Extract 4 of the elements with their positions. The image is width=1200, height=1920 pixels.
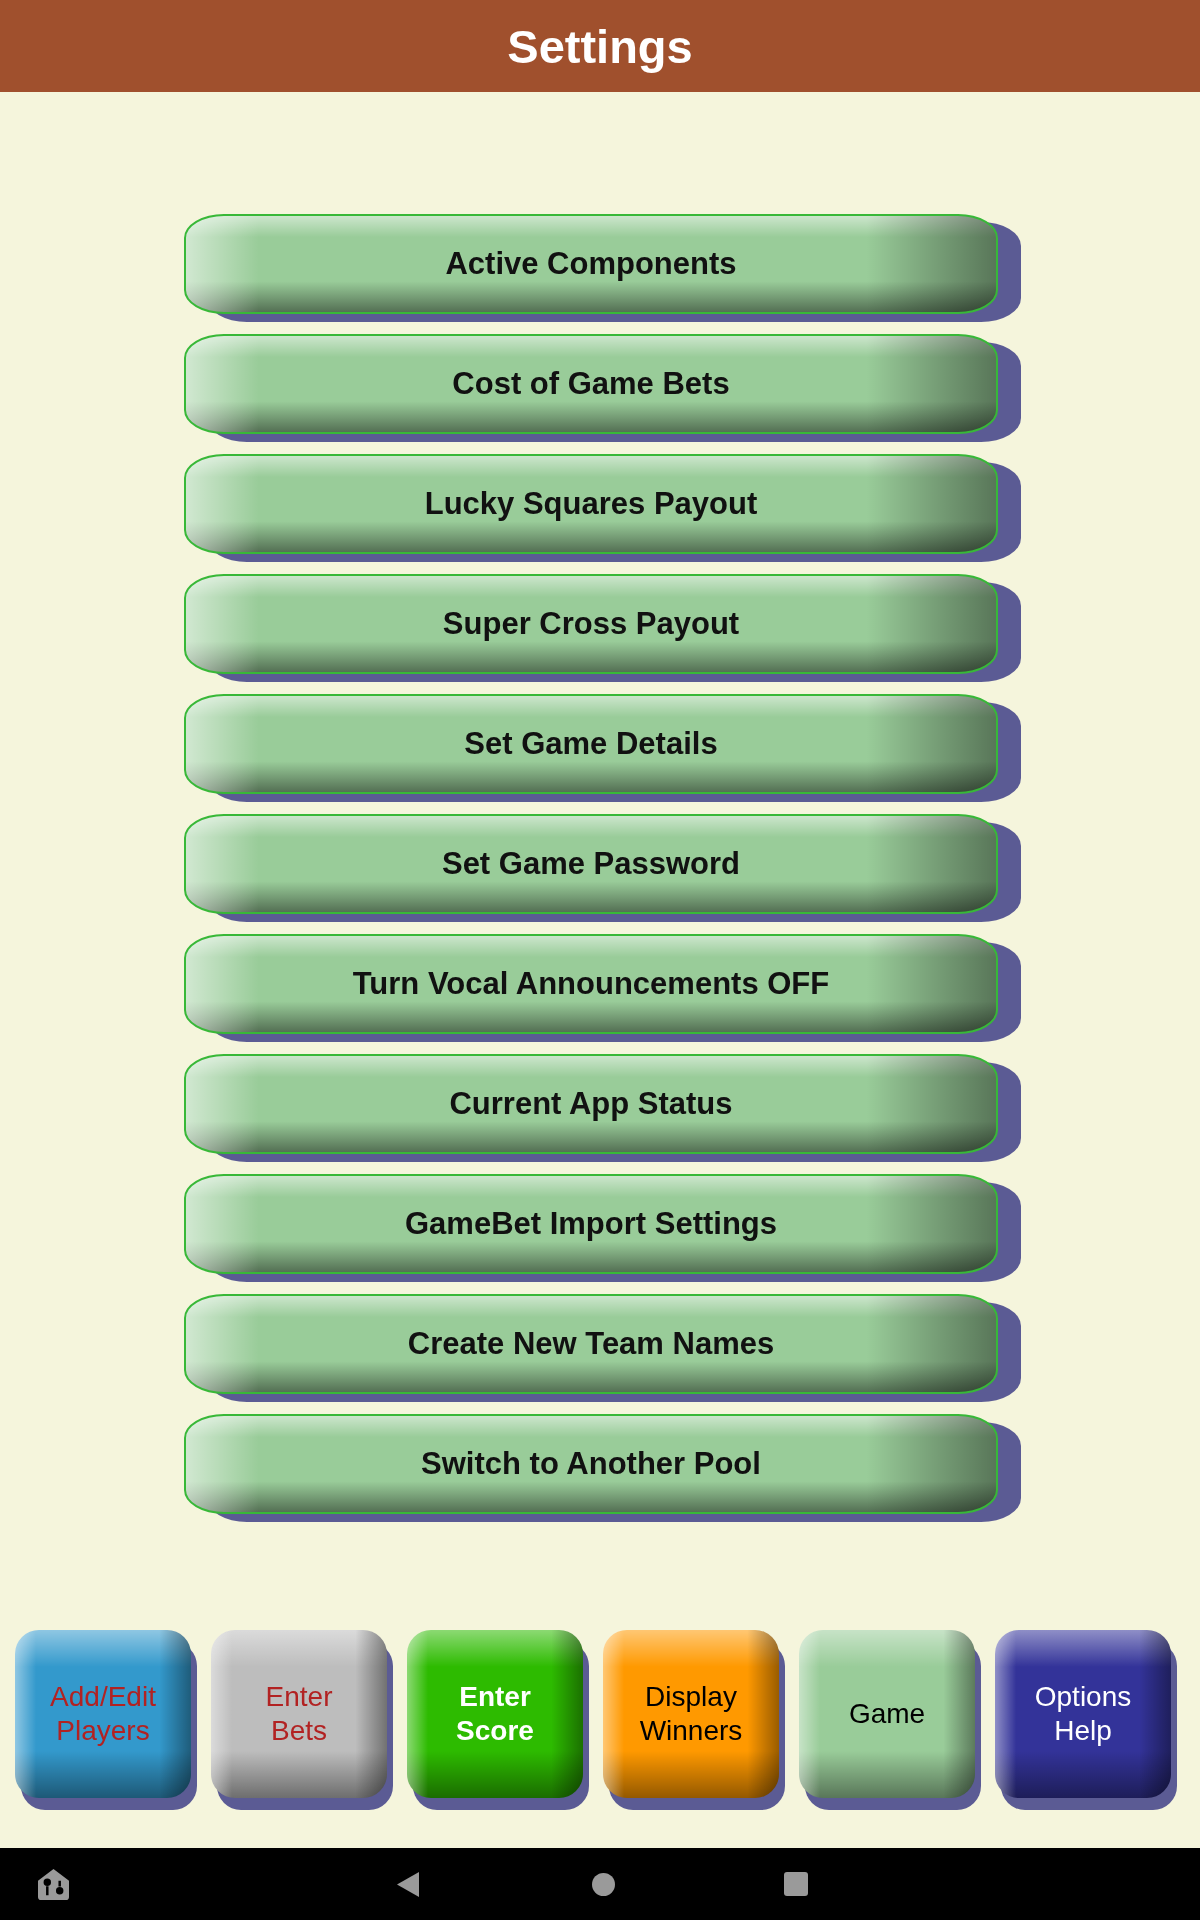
- home-icon[interactable]: [592, 1872, 615, 1896]
- house-icon[interactable]: [38, 1868, 69, 1900]
- back-icon[interactable]: [397, 1871, 419, 1897]
- page-title: Settings: [507, 18, 693, 74]
